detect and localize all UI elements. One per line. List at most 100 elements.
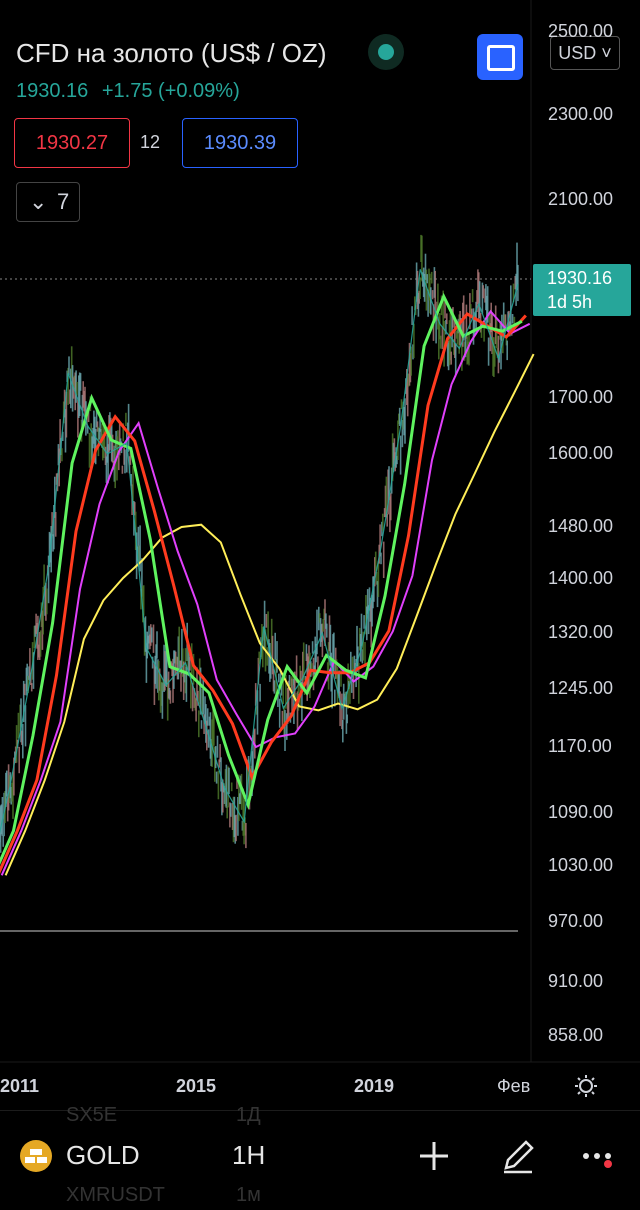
candle	[435, 318, 437, 344]
candle	[265, 614, 268, 628]
candle	[340, 668, 342, 687]
chart-settings-icon[interactable]	[574, 1074, 598, 1098]
ghost-symbol-above: SX5E	[66, 1104, 118, 1126]
candle	[363, 615, 365, 629]
candle	[438, 313, 441, 340]
candle	[139, 525, 141, 572]
candle	[30, 683, 33, 692]
candle	[235, 814, 237, 842]
candle	[22, 724, 24, 759]
candle	[504, 314, 507, 328]
candle	[382, 541, 385, 578]
candles	[0, 234, 519, 853]
add-plus-icon[interactable]	[414, 1136, 454, 1176]
price-axis-label: 1480.00	[548, 516, 614, 536]
candle	[333, 632, 335, 672]
candle	[2, 835, 4, 847]
live-dot-icon	[378, 44, 394, 60]
current-price-value: 1930.16	[547, 268, 613, 288]
time-label-2019: 2019	[354, 1076, 395, 1096]
symbol-selector[interactable]: GOLD	[66, 1140, 140, 1171]
candle	[399, 435, 402, 475]
candle	[6, 770, 8, 797]
candle	[61, 448, 63, 462]
candle	[198, 710, 200, 738]
candle	[430, 271, 433, 284]
ma-magenta-line	[0, 309, 531, 876]
candle	[326, 623, 328, 638]
candle	[39, 630, 42, 657]
candle	[124, 449, 126, 474]
candle	[495, 318, 498, 349]
candle	[200, 720, 203, 729]
candle	[156, 631, 158, 659]
chevron-down-icon: ⌄	[29, 189, 48, 214]
candle	[23, 683, 26, 696]
candle	[352, 674, 355, 699]
price-axis-label: 2500.00	[548, 21, 614, 41]
candle	[426, 274, 428, 284]
chevron-down-icon: ˅	[596, 43, 612, 63]
candle	[127, 403, 130, 452]
candle	[342, 720, 344, 743]
candle	[471, 289, 474, 303]
candle	[278, 673, 280, 683]
candle	[215, 771, 218, 784]
candle	[79, 373, 82, 391]
time-label-2011: 2011	[0, 1076, 40, 1096]
candle	[400, 399, 403, 410]
candle	[439, 335, 442, 349]
candle	[281, 710, 284, 727]
last-price: 1930.16	[16, 80, 89, 102]
candle	[404, 398, 406, 444]
candle	[271, 635, 274, 675]
candle	[245, 823, 247, 849]
candle	[450, 351, 452, 365]
candle	[206, 708, 209, 726]
fullscreen-icon	[487, 45, 515, 71]
currency-label: USD	[558, 43, 597, 63]
indicators-toggle[interactable]: ⌄ 7	[16, 182, 80, 222]
candle	[487, 337, 490, 366]
price-axis-label: 1320.00	[548, 622, 614, 642]
candle	[278, 698, 281, 728]
spread-value: 12	[140, 132, 161, 152]
price-axis-label: 858.00	[548, 1025, 604, 1045]
candle	[311, 641, 314, 654]
candle	[511, 314, 514, 324]
current-price-label: 1930.16 1d 5h	[533, 264, 631, 316]
interval-selector[interactable]: 1H	[232, 1140, 265, 1171]
candle	[88, 432, 91, 468]
candle	[216, 735, 219, 758]
candle	[266, 647, 268, 666]
candle	[360, 613, 363, 647]
candle	[121, 465, 124, 474]
candle	[202, 676, 204, 715]
candle	[482, 285, 484, 299]
price-axis-label: 1170.00	[548, 736, 612, 756]
more-dots-icon[interactable]	[580, 1136, 620, 1176]
symbol-title[interactable]: CFD на золото (US$ / OZ)	[16, 38, 327, 69]
candle	[398, 407, 401, 426]
candle	[276, 641, 278, 673]
market-status-indicator[interactable]	[368, 34, 404, 70]
candle	[390, 492, 392, 521]
quote-line: 1930.16 +1.75 (+0.09%)	[16, 80, 240, 103]
price-axis-label: 1030.00	[548, 855, 614, 875]
fullscreen-button[interactable]	[477, 34, 523, 80]
drawing-pen-icon[interactable]	[498, 1136, 538, 1176]
time-label-2015: 2015	[176, 1076, 217, 1096]
candle	[225, 764, 228, 808]
candle	[228, 767, 230, 795]
candle	[24, 705, 27, 747]
ghost-symbol-below: XMRUSDT	[66, 1184, 165, 1206]
candle	[274, 632, 276, 661]
sell-button[interactable]: 1930.27	[14, 118, 130, 168]
price-axis-label: 1245.00	[548, 678, 614, 698]
buy-button[interactable]: 1930.39	[182, 118, 298, 168]
candle	[217, 770, 220, 800]
price-axis-label: 910.00	[548, 971, 604, 991]
candle	[125, 412, 127, 427]
candle	[374, 551, 377, 571]
price-axis-label: 1700.00	[548, 387, 614, 407]
